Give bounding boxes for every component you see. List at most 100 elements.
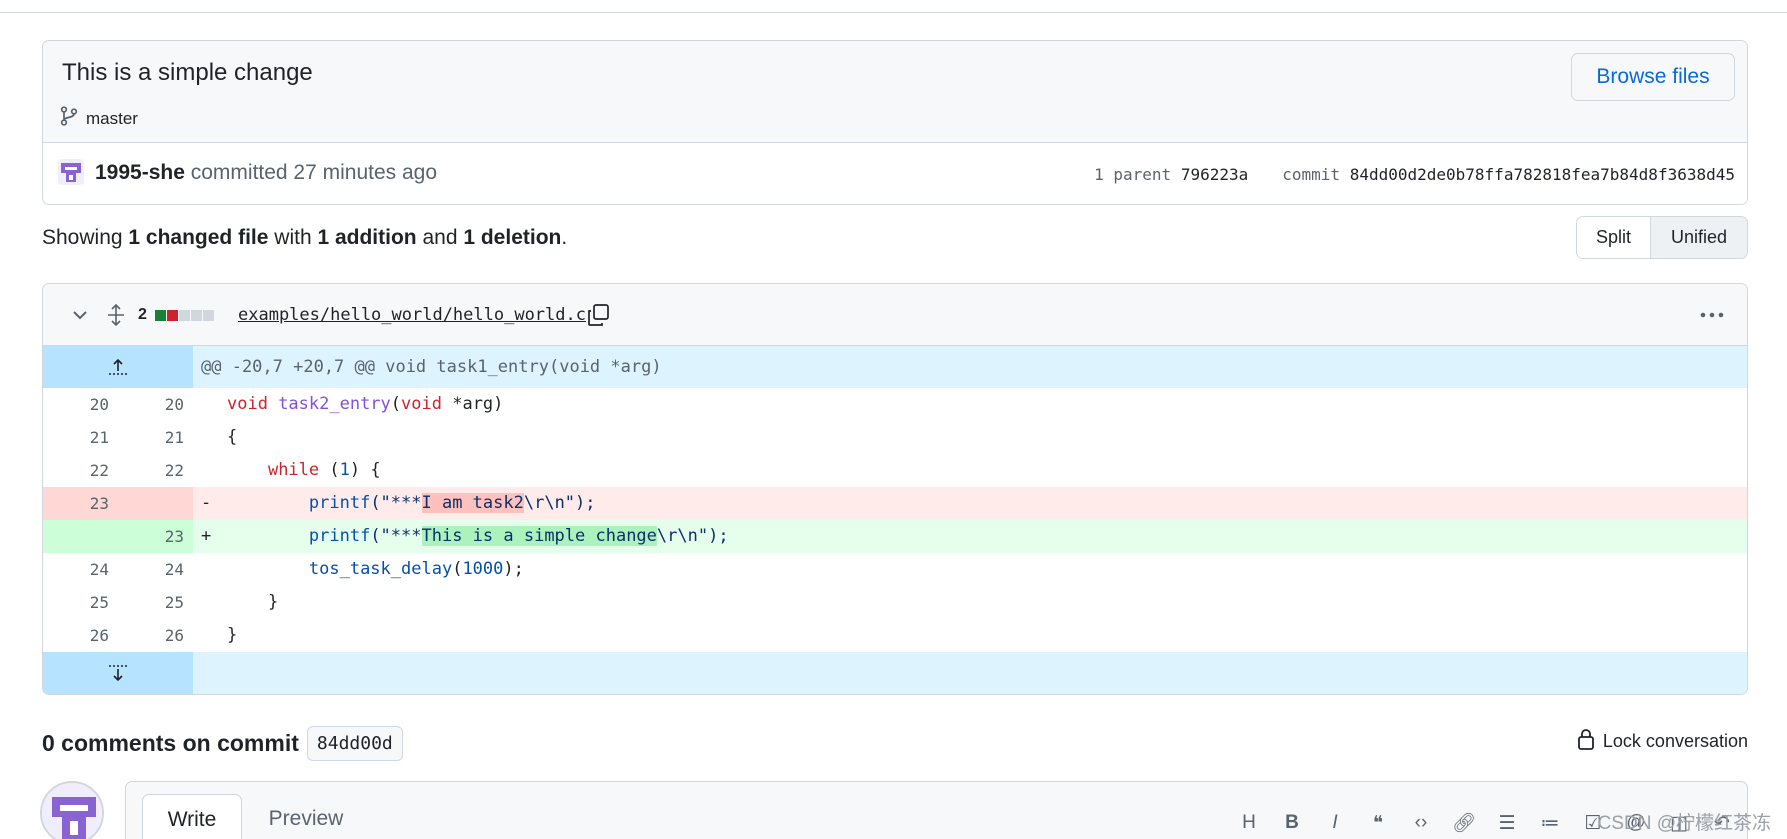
- italic-icon[interactable]: I: [1324, 812, 1346, 834]
- summary-deletions: 1 deletion: [463, 226, 562, 249]
- old-line-number[interactable]: 24: [43, 553, 118, 586]
- commit-sha: 84dd00d2de0b78ffa782818fea7b84d8f3638d45: [1349, 165, 1735, 184]
- diff-file: 2 examples/hello_world/hello_world.c @@ …: [42, 283, 1748, 695]
- old-line-number[interactable]: 20: [43, 388, 118, 421]
- diff-line: 26 26 }: [43, 619, 1747, 652]
- commit-header: This is a simple change master Browse fi…: [42, 40, 1748, 205]
- link-icon[interactable]: 🔗︎: [1452, 812, 1476, 834]
- lock-icon: [1577, 728, 1595, 755]
- collapse-chevron-icon[interactable]: [71, 284, 89, 346]
- hunk-header-row: @@ -20,7 +20,7 @@ void task1_entry(void …: [43, 346, 1747, 388]
- comments-title: 0 comments on commit: [42, 730, 299, 756]
- word-diff-added: This is a simple change: [421, 526, 657, 546]
- new-line-number[interactable]: 26: [118, 619, 193, 652]
- diffstat-bar: [155, 284, 214, 346]
- file-path[interactable]: examples/hello_world/hello_world.c: [238, 305, 586, 325]
- code-token: \r\n");: [656, 526, 729, 546]
- commit-meta: 1995-she committed 27 minutes ago 1 pare…: [43, 143, 1747, 204]
- commit-time: committed 27 minutes ago: [184, 161, 438, 184]
- unordered-list-icon[interactable]: ☰: [1496, 812, 1518, 834]
- commit-label: commit: [1282, 165, 1341, 184]
- code-token: (: [452, 559, 463, 579]
- hunk-footer-spacer: [193, 652, 1747, 694]
- code-line: + printf("***This is a simple change\r\n…: [193, 520, 1747, 553]
- browse-files-button[interactable]: Browse files: [1571, 53, 1735, 101]
- split-view-button[interactable]: Split: [1577, 217, 1651, 258]
- code-token: }: [227, 592, 279, 612]
- added-line: 23 + printf("***This is a simple change\…: [43, 520, 1747, 553]
- code-token: (: [390, 394, 402, 414]
- expand-up-button[interactable]: [43, 346, 193, 388]
- code-token: printf: [308, 526, 371, 546]
- code-icon[interactable]: ‹›: [1410, 812, 1432, 834]
- comment-editor: Write Preview H B I ❝ ‹› 🔗︎ ☰ ≔ ☑ @ ◫ ↶: [125, 781, 1748, 839]
- expand-down-button[interactable]: [43, 652, 193, 694]
- old-line-number[interactable]: 21: [43, 421, 118, 454]
- preview-tab[interactable]: Preview: [256, 794, 356, 839]
- summary-mid1: with: [268, 226, 318, 249]
- file-menu-kebab-icon[interactable]: [1699, 284, 1725, 346]
- write-tab[interactable]: Write: [142, 794, 242, 839]
- new-line-number[interactable]: 22: [118, 454, 193, 487]
- author-avatar[interactable]: [58, 159, 84, 185]
- code-token: while: [267, 460, 320, 480]
- old-line-number[interactable]: 25: [43, 586, 118, 619]
- new-line-number[interactable]: 24: [118, 553, 193, 586]
- word-diff-deleted: I am task2: [421, 493, 524, 513]
- diff-line: 21 21 {: [43, 421, 1747, 454]
- code-line: while (1) {: [193, 454, 1747, 487]
- code-token: tos_task_delay: [308, 559, 453, 579]
- unified-view-button[interactable]: Unified: [1651, 217, 1747, 258]
- quote-icon[interactable]: ❝: [1367, 812, 1389, 834]
- lock-conversation-label: Lock conversation: [1602, 731, 1748, 751]
- parent-block: 1 parent 796223a: [1094, 165, 1248, 184]
- summary-files[interactable]: 1 changed file: [128, 226, 268, 249]
- deleted-line: 23 - printf("***I am task2\r\n");: [43, 487, 1747, 520]
- code-line: - printf("***I am task2\r\n");: [193, 487, 1747, 520]
- copy-icon[interactable]: [586, 284, 610, 346]
- lock-conversation-button[interactable]: Lock conversation: [1577, 728, 1748, 755]
- code-token: 1: [339, 460, 350, 480]
- code-token: {: [227, 427, 238, 447]
- current-user-avatar[interactable]: [40, 781, 104, 839]
- file-path-link[interactable]: examples/hello_world/hello_world.c: [238, 284, 586, 346]
- ordered-list-icon[interactable]: ≔: [1539, 812, 1561, 834]
- diff-line: 22 22 while (1) {: [43, 454, 1747, 487]
- new-line-number[interactable]: 20: [118, 388, 193, 421]
- parent-sha-link[interactable]: 796223a: [1181, 165, 1248, 184]
- diff-marker: -: [201, 493, 212, 513]
- old-line-number[interactable]: [43, 520, 118, 553]
- summary-suffix: .: [561, 226, 568, 249]
- diffstat-square: [203, 309, 214, 321]
- new-line-number[interactable]: 23: [118, 520, 193, 553]
- old-line-number[interactable]: 23: [43, 487, 118, 520]
- heading-icon[interactable]: H: [1238, 812, 1260, 834]
- author-link[interactable]: 1995-she: [95, 161, 185, 184]
- new-line-number[interactable]: [118, 487, 193, 520]
- code-token: *arg): [441, 394, 504, 414]
- new-line-number[interactable]: 21: [118, 421, 193, 454]
- git-branch-icon: [60, 106, 78, 131]
- diff-line: 20 20 void task2_entry(void *arg): [43, 388, 1747, 421]
- code-token: (: [319, 460, 340, 480]
- new-line-number[interactable]: 25: [118, 586, 193, 619]
- code-token: void: [401, 394, 442, 414]
- code-line: void task2_entry(void *arg): [193, 388, 1747, 421]
- parent-info: 1 parent 796223a commit 84dd00d2de0b78ff…: [1094, 165, 1735, 184]
- parent-label: 1 parent: [1094, 165, 1172, 184]
- old-line-number[interactable]: 22: [43, 454, 118, 487]
- bold-icon[interactable]: B: [1281, 812, 1303, 834]
- commit-block: commit 84dd00d2de0b78ffa782818fea7b84d8f…: [1282, 165, 1735, 184]
- branch-info[interactable]: master: [60, 106, 138, 131]
- change-count: 2: [138, 306, 147, 323]
- code-token: task2_entry: [278, 394, 391, 414]
- file-header: 2 examples/hello_world/hello_world.c: [43, 284, 1747, 346]
- diffstat-square: [155, 309, 166, 321]
- commit-title-bar: This is a simple change master Browse fi…: [43, 41, 1747, 143]
- code-token: ) {: [349, 460, 381, 480]
- old-line-number[interactable]: 26: [43, 619, 118, 652]
- expand-all-icon[interactable]: [105, 284, 127, 346]
- code-line: {: [193, 421, 1747, 454]
